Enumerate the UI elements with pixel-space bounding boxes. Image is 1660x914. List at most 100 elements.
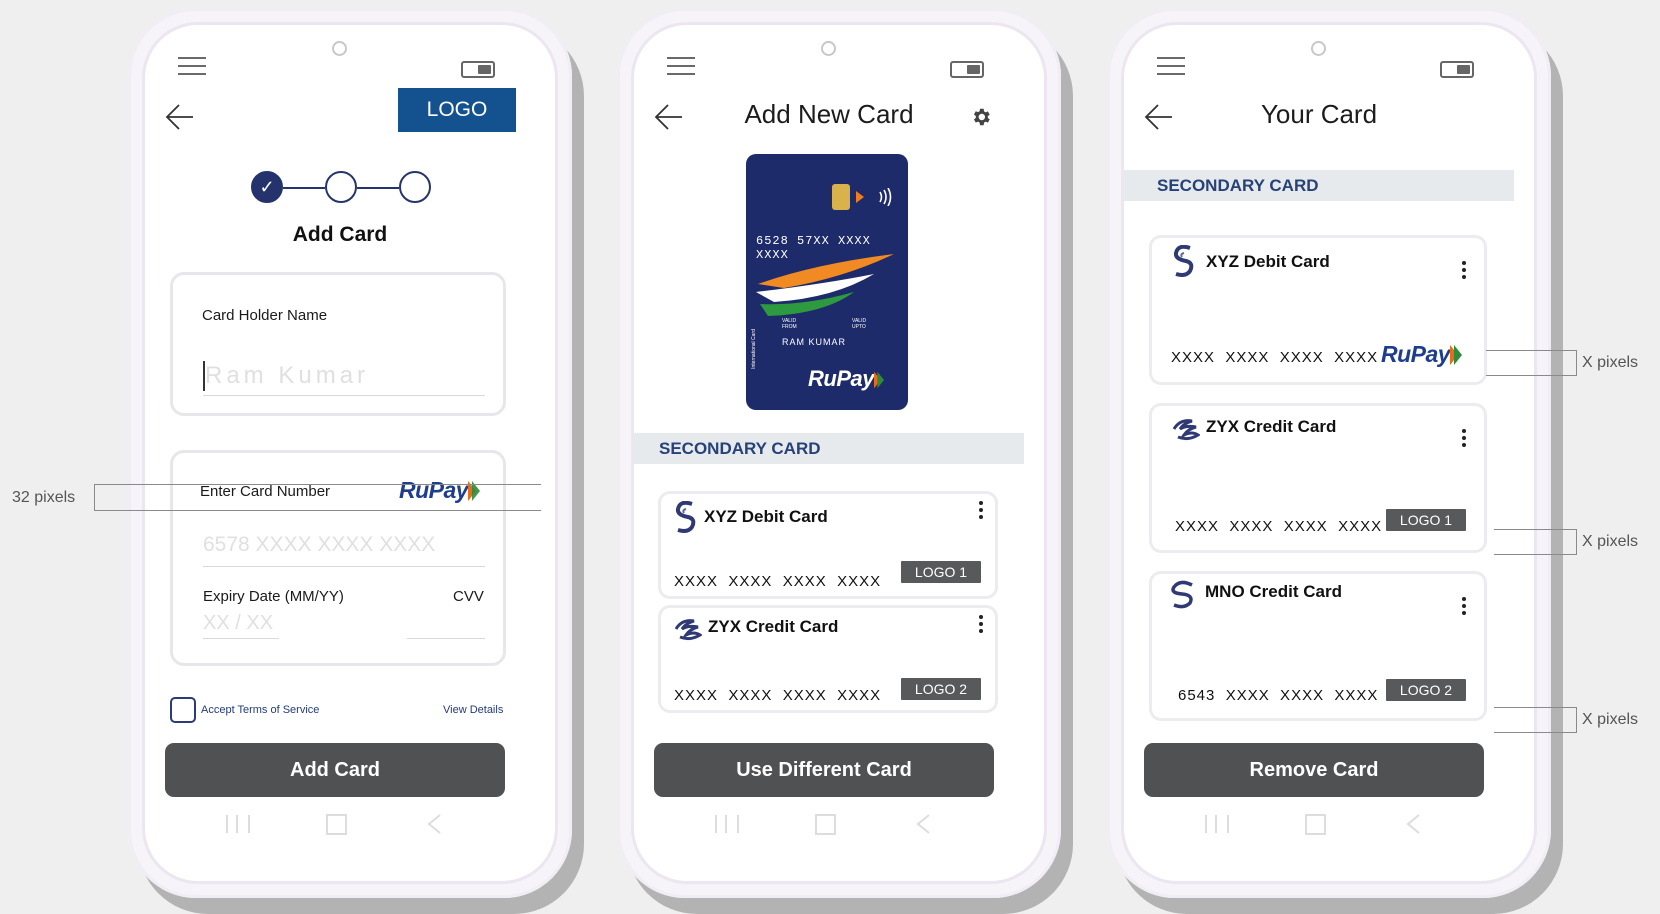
card-logo-badge: LOGO 2 bbox=[901, 678, 981, 700]
nav-recents-icon[interactable] bbox=[226, 815, 250, 833]
step-title: Add Card bbox=[292, 223, 388, 246]
annotation-label-left: 32 pixels bbox=[12, 489, 76, 506]
annotation-label-right-2: X pixels bbox=[1582, 533, 1639, 550]
phone-2-screen: Add New Card 6528 57XX XXXX XXXX VALID F… bbox=[631, 22, 1047, 884]
expiry-underline bbox=[203, 638, 279, 639]
view-details-link[interactable]: View Details bbox=[443, 704, 503, 716]
phone-1: LOGO ✓ Add Card Card Holder Name Ram Kum… bbox=[128, 8, 572, 898]
more-options-icon[interactable] bbox=[979, 615, 983, 636]
step-connector bbox=[283, 187, 325, 189]
cvv-input[interactable] bbox=[407, 609, 485, 639]
phone-3: Your Card SECONDARY CARD XYZ Debit Card … bbox=[1107, 8, 1551, 898]
more-options-icon[interactable] bbox=[1462, 261, 1466, 282]
phone-2: Add New Card 6528 57XX XXXX XXXX VALID F… bbox=[617, 8, 1061, 898]
page-title: Add New Card bbox=[744, 99, 914, 129]
nav-back-icon[interactable] bbox=[915, 813, 931, 835]
bank-logo-swirl-icon bbox=[674, 619, 702, 641]
back-arrow-icon[interactable] bbox=[165, 102, 195, 132]
expiry-placeholder: XX / XX bbox=[203, 612, 274, 634]
expiry-label: Expiry Date (MM/YY) bbox=[203, 588, 344, 605]
card-holder-name: RAM KUMAR bbox=[782, 337, 847, 347]
card-side-text: International Card bbox=[750, 329, 757, 369]
step-connector bbox=[357, 187, 399, 189]
annotation-box-left bbox=[94, 484, 541, 511]
logo-badge: LOGO bbox=[398, 88, 516, 132]
card-rupay-text: RuPay bbox=[808, 366, 874, 391]
nav-home-icon[interactable] bbox=[1305, 814, 1326, 835]
holder-label: Card Holder Name bbox=[202, 307, 328, 324]
card-name: XYZ Debit Card bbox=[704, 507, 828, 526]
cvv-label: CVV bbox=[453, 588, 484, 605]
annotation-label-right-3: X pixels bbox=[1582, 711, 1639, 728]
card-rupay-text: RuPay bbox=[1381, 341, 1451, 367]
card-valid-upto: VALID UPTO bbox=[852, 318, 867, 330]
more-options-icon[interactable] bbox=[1462, 597, 1466, 618]
battery-icon bbox=[1440, 61, 1474, 78]
card-valid-from: VALID FROM bbox=[782, 318, 797, 330]
nav-home-icon[interactable] bbox=[815, 814, 836, 835]
remove-card-button[interactable]: Remove Card bbox=[1144, 743, 1484, 797]
holder-underline bbox=[203, 395, 485, 396]
menu-icon[interactable] bbox=[178, 57, 206, 81]
cvv-underline bbox=[407, 638, 485, 639]
card-number: 6543 XXXX XXXX XXXX bbox=[1178, 687, 1379, 704]
card-rupay-logo: RuPay bbox=[808, 366, 884, 392]
battery-icon bbox=[461, 61, 495, 78]
annotation-box-right-3 bbox=[1494, 707, 1577, 733]
card-name: XYZ Debit Card bbox=[1206, 252, 1330, 271]
rupay-mark-icon bbox=[1450, 345, 1463, 365]
step-2 bbox=[325, 171, 357, 203]
terms-label: Accept Terms of Service bbox=[201, 704, 320, 716]
holder-name-input[interactable]: Ram Kumar bbox=[203, 357, 485, 397]
camera-icon bbox=[821, 41, 836, 56]
nav-back-icon[interactable] bbox=[426, 813, 442, 835]
card-number-underline bbox=[203, 566, 485, 567]
expiry-input[interactable]: XX / XX bbox=[203, 609, 279, 639]
use-different-card-button[interactable]: Use Different Card bbox=[654, 743, 994, 797]
camera-icon bbox=[1311, 41, 1326, 56]
nav-home-icon[interactable] bbox=[326, 814, 347, 835]
annotation-box-right-2 bbox=[1494, 529, 1577, 555]
card-number: XXXX XXXX XXXX XXXX bbox=[674, 687, 882, 704]
phone-3-screen: Your Card SECONDARY CARD XYZ Debit Card … bbox=[1121, 22, 1537, 884]
card-name: ZYX Credit Card bbox=[708, 617, 839, 636]
page-title: Your Card bbox=[1260, 99, 1378, 129]
card-number: XXXX XXXX XXXX XXXX bbox=[674, 573, 882, 590]
menu-icon[interactable] bbox=[1157, 57, 1185, 81]
bank-logo-s-swirl-icon bbox=[1171, 580, 1193, 609]
menu-icon[interactable] bbox=[667, 57, 695, 81]
camera-icon bbox=[332, 41, 347, 56]
phone-1-screen: LOGO ✓ Add Card Card Holder Name Ram Kum… bbox=[142, 22, 558, 884]
card-name: MNO Credit Card bbox=[1205, 582, 1342, 601]
holder-placeholder: Ram Kumar bbox=[205, 362, 370, 389]
card-rupay-logo: RuPay bbox=[1381, 341, 1463, 368]
card-number: XXXX XXXX XXXX XXXX bbox=[1175, 518, 1383, 535]
step-3 bbox=[399, 171, 431, 203]
section-label: SECONDARY CARD bbox=[659, 439, 821, 458]
nav-back-icon[interactable] bbox=[1405, 813, 1421, 835]
more-options-icon[interactable] bbox=[979, 501, 983, 522]
card-name: ZYX Credit Card bbox=[1206, 417, 1337, 436]
annotation-label-right-1: X pixels bbox=[1582, 354, 1639, 371]
section-label: SECONDARY CARD bbox=[1157, 176, 1319, 195]
card-number-input[interactable]: 6578 XXXX XXXX XXXX bbox=[203, 529, 485, 567]
rupay-mark-icon bbox=[873, 371, 884, 389]
card-preview: 6528 57XX XXXX XXXX VALID FROM VALID UPT… bbox=[746, 154, 908, 410]
annotation-box-right-1 bbox=[1486, 350, 1577, 376]
bank-logo-s-icon bbox=[675, 501, 696, 533]
settings-gear-icon[interactable] bbox=[970, 106, 992, 128]
step-1-complete: ✓ bbox=[251, 171, 283, 203]
card-number: XXXX XXXX XXXX XXXX bbox=[1171, 349, 1379, 366]
bank-logo-swirl-icon bbox=[1172, 419, 1200, 441]
bank-logo-s-icon bbox=[1173, 245, 1194, 277]
add-card-button[interactable]: Add Card bbox=[165, 743, 505, 797]
nav-recents-icon[interactable] bbox=[1205, 815, 1229, 833]
battery-icon bbox=[950, 61, 984, 78]
contactless-icon bbox=[856, 188, 892, 206]
more-options-icon[interactable] bbox=[1462, 429, 1466, 450]
nav-recents-icon[interactable] bbox=[715, 815, 739, 833]
tricolor-flag-art bbox=[756, 254, 894, 316]
card-number-placeholder: 6578 XXXX XXXX XXXX bbox=[203, 533, 436, 556]
terms-checkbox[interactable] bbox=[170, 697, 196, 723]
card-logo-badge: LOGO 1 bbox=[1386, 509, 1466, 531]
